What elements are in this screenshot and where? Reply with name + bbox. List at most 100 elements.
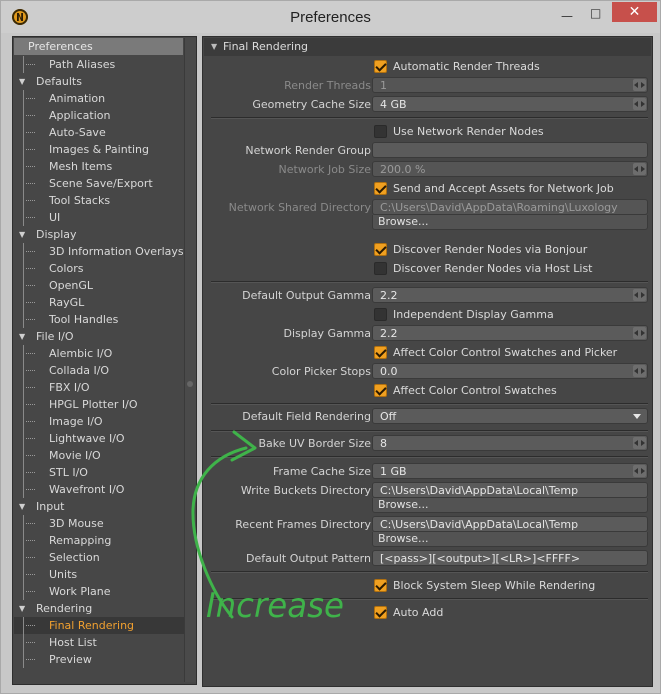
minimize-icon[interactable]: — [561, 9, 573, 23]
auto-add-checkbox[interactable] [374, 606, 387, 619]
sidebar-item-path-aliases[interactable]: Path Aliases [14, 56, 184, 73]
sidebar-item-3d-mouse[interactable]: 3D Mouse [14, 515, 184, 532]
sidebar-item-mesh-items[interactable]: Mesh Items [14, 158, 184, 175]
divider [211, 281, 648, 283]
sidebar-item-wavefront-i-o[interactable]: Wavefront I/O [14, 481, 184, 498]
section-header[interactable]: ▼ Final Rendering [204, 38, 651, 56]
auto-threads-checkbox[interactable] [374, 60, 387, 73]
render-threads-field[interactable]: 1 [372, 77, 648, 93]
tree-connector [26, 625, 35, 627]
title-bar[interactable]: Preferences — □ ✕ [1, 1, 660, 33]
sidebar-item-colors[interactable]: Colors [14, 260, 184, 277]
sidebar-item-lightwave-i-o[interactable]: Lightwave I/O [14, 430, 184, 447]
sidebar-item-input[interactable]: ▼ Input [14, 498, 184, 515]
maximize-icon[interactable]: □ [590, 6, 601, 20]
spinner-icon[interactable] [633, 465, 646, 477]
sidebar-scrollbar[interactable] [184, 38, 196, 682]
sidebar-item-image-i-o[interactable]: Image I/O [14, 413, 184, 430]
collapse-triangle-icon[interactable]: ▼ [211, 38, 217, 56]
recent-frames-row: Recent Frames Directory C:\Users\David\A… [203, 516, 652, 548]
network-shared-dir-browse-button[interactable]: Browse... [372, 215, 648, 230]
network-job-size-field[interactable]: 200.0 % [372, 161, 648, 177]
affect-swatches-checkbox[interactable] [374, 384, 387, 397]
sidebar-item-remapping[interactable]: Remapping [14, 532, 184, 549]
use-network-checkbox[interactable] [374, 125, 387, 138]
sidebar-item-raygl[interactable]: RayGL [14, 294, 184, 311]
divider [211, 456, 648, 458]
send-assets-checkbox[interactable] [374, 182, 387, 195]
indep-gamma-label: Independent Display Gamma [393, 308, 554, 321]
close-icon[interactable]: ✕ [612, 2, 657, 22]
scroll-grip-icon[interactable] [187, 381, 193, 387]
sidebar-item-work-plane[interactable]: Work Plane [14, 583, 184, 600]
sidebar-header[interactable]: Preferences [14, 38, 183, 55]
spinner-icon[interactable] [633, 163, 646, 175]
tree-connector [26, 217, 35, 219]
use-network-row: Use Network Render Nodes [203, 123, 652, 141]
sidebar-item-preview[interactable]: Preview [14, 651, 184, 668]
sidebar-item-fbx-i-o[interactable]: FBX I/O [14, 379, 184, 396]
tree-connector [26, 353, 35, 355]
sidebar-item-images-painting[interactable]: Images & Painting [14, 141, 184, 158]
field-rendering-dropdown[interactable]: Off [372, 408, 648, 424]
expand-triangle-icon[interactable]: ▼ [19, 600, 25, 617]
render-threads-row: Render Threads 1 [203, 77, 652, 95]
spinner-icon[interactable] [633, 437, 646, 449]
sidebar-item-hpgl-plotter-i-o[interactable]: HPGL Plotter I/O [14, 396, 184, 413]
spinner-icon[interactable] [633, 79, 646, 91]
expand-triangle-icon[interactable]: ▼ [19, 328, 25, 345]
expand-triangle-icon[interactable]: ▼ [19, 498, 25, 515]
sidebar-item-stl-i-o[interactable]: STL I/O [14, 464, 184, 481]
sidebar-item-selection[interactable]: Selection [14, 549, 184, 566]
tree-connector [26, 200, 35, 202]
recent-frames-field[interactable]: C:\Users\David\AppData\Local\Temp [372, 516, 648, 532]
write-buckets-field[interactable]: C:\Users\David\AppData\Local\Temp [372, 482, 648, 498]
tree-line [23, 515, 24, 532]
output-gamma-field[interactable]: 2.2 [372, 287, 648, 303]
picker-stops-field[interactable]: 0.0 [372, 363, 648, 379]
bonjour-checkbox[interactable] [374, 243, 387, 256]
block-sleep-checkbox[interactable] [374, 579, 387, 592]
sidebar-item-application[interactable]: Application [14, 107, 184, 124]
tree-line [23, 634, 24, 651]
recent-frames-browse-button[interactable]: Browse... [372, 532, 648, 547]
expand-triangle-icon[interactable]: ▼ [19, 226, 25, 243]
sidebar-item-label: Preview [49, 653, 92, 666]
sidebar-item-tool-stacks[interactable]: Tool Stacks [14, 192, 184, 209]
affect-picker-checkbox[interactable] [374, 346, 387, 359]
sidebar-item-display[interactable]: ▼ Display [14, 226, 184, 243]
sidebar-item-label: Scene Save/Export [49, 177, 153, 190]
sidebar-item-animation[interactable]: Animation [14, 90, 184, 107]
spinner-icon[interactable] [633, 327, 646, 339]
sidebar-item-scene-save-export[interactable]: Scene Save/Export [14, 175, 184, 192]
sidebar-item-host-list[interactable]: Host List [14, 634, 184, 651]
indep-gamma-checkbox[interactable] [374, 308, 387, 321]
write-buckets-browse-button[interactable]: Browse... [372, 498, 648, 513]
sidebar-item-file-i-o[interactable]: ▼ File I/O [14, 328, 184, 345]
sidebar-item-ui[interactable]: UI [14, 209, 184, 226]
sidebar-item-final-rendering[interactable]: Final Rendering [14, 617, 184, 634]
sidebar-item-rendering[interactable]: ▼ Rendering [14, 600, 184, 617]
geometry-cache-field[interactable]: 4 GB [372, 96, 648, 112]
sidebar-item-defaults[interactable]: ▼ Defaults [14, 73, 184, 90]
output-pattern-field[interactable]: [<pass>][<output>][<LR>]<FFFF> [372, 550, 648, 566]
host-list-checkbox[interactable] [374, 262, 387, 275]
bake-uv-field[interactable]: 8 [372, 435, 648, 451]
tree-line [23, 124, 24, 141]
sidebar-item-collada-i-o[interactable]: Collada I/O [14, 362, 184, 379]
frame-cache-field[interactable]: 1 GB [372, 463, 648, 479]
sidebar-item-units[interactable]: Units [14, 566, 184, 583]
spinner-icon[interactable] [633, 289, 646, 301]
display-gamma-field[interactable]: 2.2 [372, 325, 648, 341]
spinner-icon[interactable] [633, 365, 646, 377]
sidebar-item-tool-handles[interactable]: Tool Handles [14, 311, 184, 328]
expand-triangle-icon[interactable]: ▼ [19, 73, 25, 90]
sidebar-item-alembic-i-o[interactable]: Alembic I/O [14, 345, 184, 362]
sidebar-item-auto-save[interactable]: Auto-Save [14, 124, 184, 141]
sidebar-item-3d-information-overlays[interactable]: 3D Information Overlays [14, 243, 184, 260]
sidebar-item-opengl[interactable]: OpenGL [14, 277, 184, 294]
sidebar-item-movie-i-o[interactable]: Movie I/O [14, 447, 184, 464]
network-shared-dir-field[interactable]: C:\Users\David\AppData\Roaming\Luxology [372, 199, 648, 215]
network-group-field[interactable] [372, 142, 648, 158]
spinner-icon[interactable] [633, 98, 646, 110]
